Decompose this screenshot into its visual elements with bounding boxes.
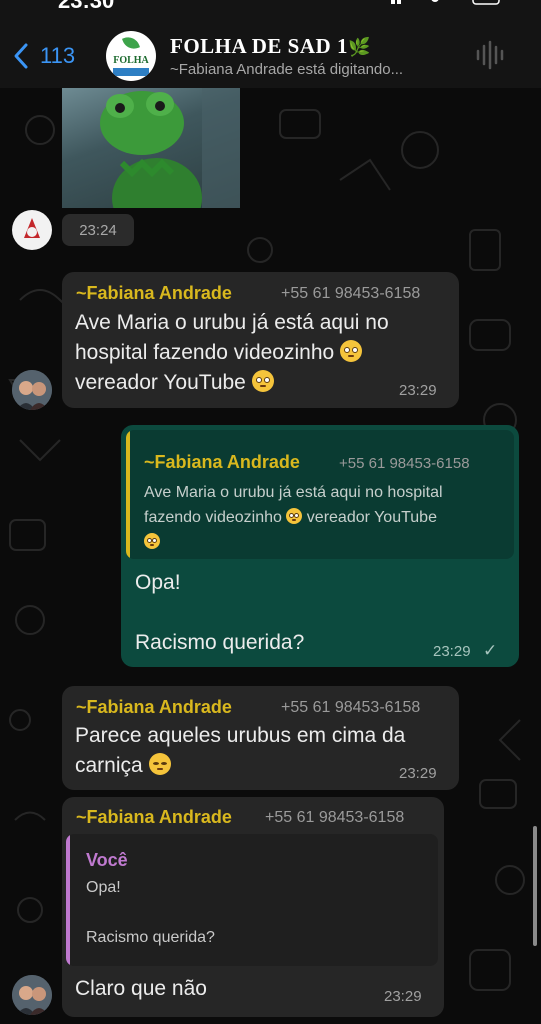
sender-name[interactable]: ~Fabiana Andrade	[76, 697, 232, 718]
quote-bar	[126, 430, 130, 559]
message-line-text: vereador YouTube	[75, 371, 246, 394]
sender-name[interactable]: ~Fabiana Andrade	[76, 283, 232, 304]
message-line: Opa!	[135, 571, 181, 594]
sent-check-icon: ✓	[483, 641, 498, 660]
message-line-text: carniça	[75, 754, 143, 777]
sender-phone: +55 61 98453-6158	[281, 699, 421, 716]
incoming-message[interactable]: ~Fabiana Andrade +55 61 98453-6158 Você …	[62, 797, 444, 1017]
fabiana-avatar[interactable]	[12, 975, 52, 1015]
outgoing-message[interactable]: ~Fabiana Andrade +55 61 98453-6158 Ave M…	[121, 425, 519, 667]
avatar-logo-bar	[113, 68, 149, 76]
message-text: Claro que não	[75, 977, 207, 1000]
kermit-image	[100, 88, 240, 208]
quote-line: Ave Maria o urubu já está aqui no hospit…	[144, 484, 443, 501]
status-icons	[391, 0, 500, 5]
eye-roll-emoji-icon	[286, 508, 303, 524]
message-text: Ave Maria o urubu já está aqui no hospit…	[75, 308, 455, 398]
quote-line: Opa!	[86, 879, 121, 896]
sender-avatar[interactable]	[12, 210, 52, 250]
quote-text: Ave Maria o urubu já está aqui no hospit…	[144, 480, 509, 555]
sender-phone: +55 61 98453-6158	[265, 809, 405, 826]
message-text: Parece aqueles urubus em cima da carniça	[75, 721, 455, 781]
scrollbar[interactable]	[533, 826, 537, 946]
avatar-logo-text: FOLHA	[113, 55, 149, 66]
message-time: 23:29	[399, 765, 437, 782]
message-time: 23:29	[433, 643, 471, 660]
group-avatar[interactable]: FOLHA	[106, 31, 156, 81]
eye-roll-emoji-icon	[144, 533, 160, 549]
message-line: Racismo querida?	[135, 631, 305, 654]
message-line: Parece aqueles urubus em cima da	[75, 724, 406, 747]
unread-count: 113	[40, 43, 76, 68]
quote-sender: Você	[86, 850, 128, 870]
quote-line: fazendo videozinho vereador YouTube	[144, 505, 509, 530]
message-line: hospital fazendo videozinho	[75, 338, 455, 368]
sender-name[interactable]: ~Fabiana Andrade	[76, 807, 232, 828]
quote-line-text: vereador YouTube	[306, 509, 437, 526]
typing-status: ~Fabiana Andrade está digitando...	[170, 61, 404, 78]
chat-title-text: FOLHA DE SAD 1	[170, 34, 348, 58]
message-time: 23:24	[62, 214, 134, 246]
quoted-message[interactable]: Você Opa! Racismo querida?	[66, 834, 438, 966]
message-time: 23:29	[384, 988, 422, 1005]
message-line: Ave Maria o urubu já está aqui no	[75, 311, 389, 334]
fabiana-avatar[interactable]	[12, 370, 52, 410]
unamused-emoji-icon	[148, 753, 171, 775]
profile-photo-icon	[12, 370, 52, 410]
profile-photo-icon	[12, 975, 52, 1015]
sender-phone: +55 61 98453-6158	[281, 285, 421, 302]
voice-chat-icon[interactable]	[474, 40, 504, 70]
chat-header: 23:30 113 FOLHA FOLHA DE SAD 1🌿 ~Fabiana…	[0, 0, 541, 88]
incoming-message[interactable]: ~Fabiana Andrade +55 61 98453-6158 Ave M…	[62, 272, 459, 408]
quoted-message[interactable]: ~Fabiana Andrade +55 61 98453-6158 Ave M…	[126, 430, 514, 559]
image-message[interactable]	[62, 88, 240, 208]
quote-sender: ~Fabiana Andrade	[144, 452, 300, 472]
message-line: carniça	[75, 751, 455, 781]
quote-line	[144, 530, 509, 555]
incoming-message[interactable]: ~Fabiana Andrade +55 61 98453-6158 Parec…	[62, 686, 459, 790]
eye-roll-emoji-icon	[251, 370, 274, 392]
status-time: 23:30	[58, 0, 115, 13]
leaf-logo-icon	[122, 34, 140, 52]
chevron-left-icon	[14, 43, 28, 69]
quote-bar	[66, 834, 70, 966]
herb-emoji: 🌿	[347, 37, 371, 57]
quote-phone: +55 61 98453-6158	[339, 455, 470, 472]
back-button[interactable]: 113	[12, 38, 75, 74]
quote-line: Racismo querida?	[86, 929, 215, 946]
avatar-logo-icon	[24, 218, 40, 238]
eye-roll-emoji-icon	[340, 340, 363, 362]
message-time: 23:29	[399, 382, 437, 399]
message-line: vereador YouTube	[75, 368, 455, 398]
message-line-text: hospital fazendo videozinho	[75, 341, 335, 364]
quote-line-text: fazendo videozinho	[144, 509, 282, 526]
chat-title[interactable]: FOLHA DE SAD 1🌿	[170, 34, 371, 59]
